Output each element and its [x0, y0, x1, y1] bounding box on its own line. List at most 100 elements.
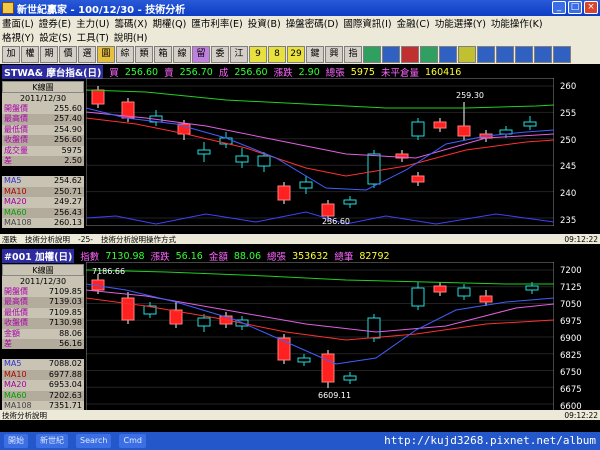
menu-item-row2-3[interactable]: 說明(H) [114, 30, 148, 44]
toolbar: 加權期價選圓綜類箱線留委江 9 8 29 鍵興指 [0, 44, 600, 64]
amount-value: 88.06 [233, 250, 262, 262]
menu-item-11[interactable]: 功能操作(K) [491, 16, 543, 30]
toolbar-button-9[interactable]: 線 [173, 45, 191, 63]
bottom-legend-ma-row: MA60 7202.63 [2, 390, 84, 402]
bottom-legend-row: 最低價 7109.85 [2, 307, 84, 319]
toolbar-button-18[interactable]: 指 [344, 45, 362, 63]
toolbar-button-12[interactable]: 江 [230, 45, 248, 63]
menu-item-0[interactable]: 畫面(L) [2, 16, 34, 30]
index-label: 指數 [80, 252, 100, 263]
candle-body [297, 357, 311, 363]
top-kline-tab[interactable]: K線圖 [2, 81, 84, 93]
menu-item-3[interactable]: 籌碼(X) [115, 16, 148, 30]
y-tick-label: 6825 [560, 351, 582, 361]
candle-body [411, 175, 425, 183]
menu-item-row2-2[interactable]: 工具(T) [77, 30, 109, 44]
toolbar-button-20[interactable] [382, 45, 400, 63]
y-tick-label: 6900 [560, 334, 582, 344]
top-status-strip: 漲跌 技術分析說明 -25- 技術分析說明操作方式 09:12:22 [0, 234, 600, 244]
toolbar-button-26[interactable] [496, 45, 514, 63]
bottom-quote-bar: #001 加權(日) 指數 7130.98 漲跌 56.16 金額 88.06 … [2, 249, 390, 263]
top-legend-ma-row: MA20 249.27 [2, 197, 84, 208]
candle-body [299, 181, 313, 189]
bottom-status-strip: 技術分析說明 09:12:22 [0, 410, 600, 420]
candle-body [277, 185, 291, 201]
taskbar-item-0[interactable]: 開始 [4, 434, 28, 448]
toolbar-button-28[interactable] [534, 45, 552, 63]
total-count-value: 82792 [359, 250, 390, 262]
toolbar-button-16[interactable]: 鍵 [306, 45, 324, 63]
bottom-kline-tab[interactable]: K線圖 [2, 264, 84, 276]
top-symbol[interactable]: STWA& 摩台指&(日) [2, 65, 104, 79]
y-tick-label: 255 [560, 108, 577, 119]
toolbar-button-0[interactable]: 加 [2, 45, 20, 63]
menu-item-4[interactable]: 期權(Q) [152, 16, 186, 30]
toolbar-button-4[interactable]: 選 [78, 45, 96, 63]
toolbar-button-25[interactable] [477, 45, 495, 63]
taskbar-item-2[interactable]: Search [76, 434, 112, 448]
toolbar-button-17[interactable]: 興 [325, 45, 343, 63]
bottom-symbol[interactable]: #001 加權(日) [2, 249, 75, 263]
toolbar-button-2[interactable]: 期 [40, 45, 58, 63]
minimize-button[interactable]: _ [552, 1, 566, 14]
top-strip-item-3[interactable]: 技術分析說明操作方式 [101, 235, 176, 244]
maximize-button[interactable]: □ [568, 1, 582, 14]
toolbar-button-29[interactable] [553, 45, 571, 63]
candle-body [457, 287, 471, 297]
toolbar-button-8[interactable]: 箱 [154, 45, 172, 63]
menu-item-5[interactable]: 匯市利率(E) [191, 16, 242, 30]
menu-row-1: 畫面(L) 證券(E) 主力(U) 籌碼(X) 期權(Q) 匯市利率(E) 投資(B) 操盤密… [0, 16, 600, 30]
top-candlestick-chart[interactable]: 259.30 236.60 [86, 78, 554, 226]
toolbar-button-7[interactable]: 類 [135, 45, 153, 63]
candle-body [523, 121, 537, 127]
top-strip-item-1[interactable]: 技術分析說明 [25, 235, 70, 244]
window-title: 新世紀贏家 - 100/12/30 - 技術分析 [17, 4, 186, 16]
toolbar-button-14[interactable]: 8 [268, 45, 286, 63]
y-tick-label: 245 [560, 162, 577, 173]
candle-body [91, 89, 105, 105]
bottom-legend: K線圖 2011/12/30 開盤價 7109.85 最高價 7139.03 最低價 71… [2, 264, 84, 412]
close-button[interactable]: × [584, 1, 598, 14]
top-strip-item-0[interactable]: 漲跌 [2, 235, 17, 244]
toolbar-button-10[interactable]: 留 [192, 45, 210, 63]
high-price-label: 259.30 [456, 91, 484, 100]
candle-body [343, 375, 357, 381]
top-strip-item-2[interactable]: -25- [78, 235, 93, 244]
menu-item-row2-0[interactable]: 格視(Y) [2, 30, 34, 44]
menu-item-6[interactable]: 投資(B) [248, 16, 281, 30]
bottom-legend-ma-row: MA20 6953.04 [2, 380, 84, 391]
toolbar-button-1[interactable]: 權 [21, 45, 39, 63]
toolbar-button-5[interactable]: 圓 [97, 45, 115, 63]
toolbar-button-22[interactable] [420, 45, 438, 63]
toolbar-button-24[interactable] [458, 45, 476, 63]
toolbar-button-21[interactable] [401, 45, 419, 63]
toolbar-button-6[interactable]: 綜 [116, 45, 134, 63]
candle-body [367, 153, 381, 185]
bottom-candlestick-chart[interactable]: 7186.66 6609.11 [86, 262, 554, 412]
change-value: 2.90 [298, 66, 320, 78]
menu-bar: 畫面(L) 證券(E) 主力(U) 籌碼(X) 期權(Q) 匯市利率(E) 投資(B) 操盤密… [0, 16, 600, 44]
toolbar-button-23[interactable] [439, 45, 457, 63]
candle-body [411, 287, 425, 307]
menu-item-2[interactable]: 主力(U) [76, 16, 109, 30]
sell-value: 256.70 [179, 66, 213, 78]
menu-item-row2-1[interactable]: 設定(S) [39, 30, 71, 44]
taskbar-item-3[interactable]: Cmd [119, 434, 146, 448]
menu-item-7[interactable]: 操盤密碼(D) [286, 16, 339, 30]
top-time: 09:12:22 [564, 234, 598, 244]
toolbar-button-11[interactable]: 委 [211, 45, 229, 63]
toolbar-button-19[interactable] [363, 45, 381, 63]
bottom-strip-item-0[interactable]: 技術分析說明 [2, 411, 47, 420]
toolbar-button-15[interactable]: 29 [287, 45, 305, 63]
menu-item-8[interactable]: 國際資訊(I) [343, 16, 391, 30]
menu-item-1[interactable]: 證券(E) [39, 16, 71, 30]
menu-item-9[interactable]: 金融(C) [397, 16, 430, 30]
toolbar-button-3[interactable]: 價 [59, 45, 77, 63]
toolbar-button-27[interactable] [515, 45, 533, 63]
index-change-label: 漲跌 [150, 252, 170, 263]
top-legend-row: 開盤價 255.60 [2, 104, 84, 115]
taskbar-item-1[interactable]: 新世紀 [36, 434, 68, 448]
candle-body [343, 199, 357, 205]
menu-item-10[interactable]: 功能選擇(Y) [435, 16, 486, 30]
toolbar-button-13[interactable]: 9 [249, 45, 267, 63]
